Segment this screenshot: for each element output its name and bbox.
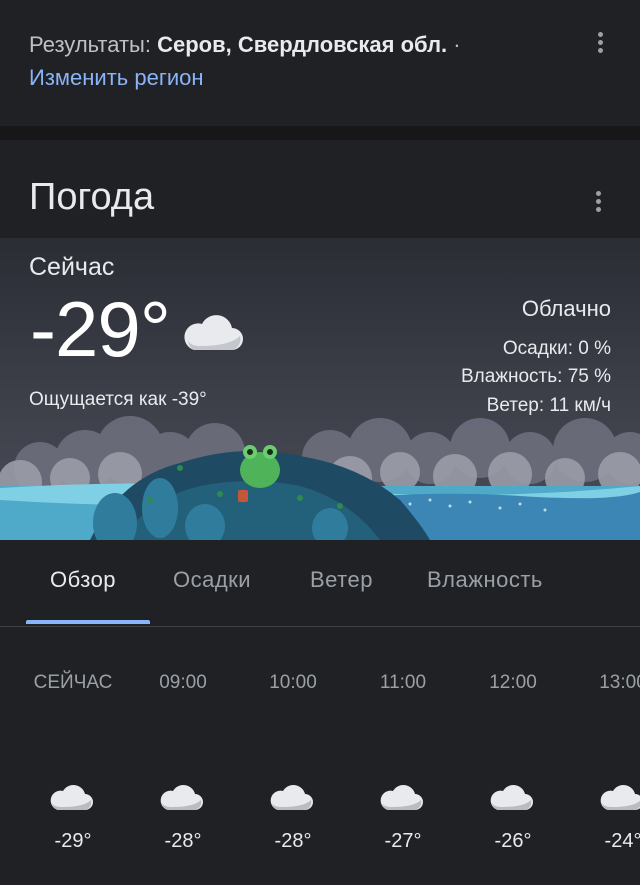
cloud-icon [268,780,314,817]
tab-precipitation[interactable]: Осадки [173,567,251,593]
hour-temp: -28° [274,830,312,852]
hourly-clip: 13:00 -24° [568,640,640,885]
hour-temp: -29° [54,830,92,852]
results-more-icon[interactable] [598,32,606,56]
wind-text: Ветер: 11 км/ч [486,395,611,416]
humidity-text: Влажность: 75 % [460,366,611,387]
tab-overview[interactable]: Обзор [50,567,116,593]
results-line: Результаты: Серов, Свердловская обл. · [29,32,461,58]
hour-time: 11:00 [379,672,427,693]
tab-wind[interactable]: Ветер [310,567,373,593]
condition-text: Облачно [521,296,611,321]
tab-humidity[interactable]: Влажность [427,567,543,593]
card-separator [0,126,640,140]
cloud-icon [378,780,424,817]
feels-like: Ощущается как -39° [29,389,207,410]
hour-time: 10:00 [269,672,317,693]
hour-time: 12:00 [489,672,537,693]
precipitation-text: Осадки: 0 % [502,338,611,359]
now-label: Сейчас [29,253,115,281]
results-location: Серов, Свердловская обл. [157,32,448,57]
weather-title: Погода [29,176,155,218]
hour-temp: -24° [604,830,640,852]
hour-temp: -26° [494,830,532,852]
cloud-icon [598,780,640,817]
change-region-link[interactable]: Изменить регион [29,65,204,91]
cloud-icon [180,306,244,359]
weather-more-icon[interactable] [596,191,604,215]
current-temperature: -29° [30,285,171,373]
cloud-icon [48,780,94,817]
results-prefix: Результаты: [29,32,158,57]
hour-time: 09:00 [159,672,207,693]
cloud-icon [488,780,534,817]
active-tab-indicator [26,620,150,624]
weather-tabs: Обзор Осадки Ветер Влажность [0,540,640,627]
cloud-icon [158,780,204,817]
hour-temp: -27° [384,830,422,852]
hour-temp: -28° [164,830,202,852]
hour-time: 13:00 [599,672,640,693]
results-card: Результаты: Серов, Свердловская обл. · И… [0,0,640,126]
results-dot: · [447,32,461,57]
hour-time: СЕЙЧАС [33,672,113,693]
